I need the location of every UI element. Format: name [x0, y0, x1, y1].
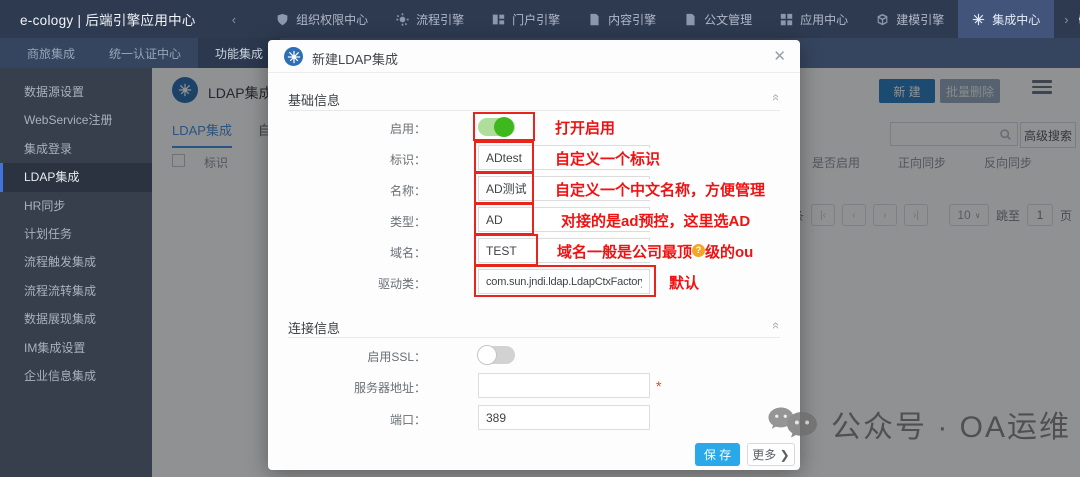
topnav-label: 门户引擎 — [512, 11, 560, 28]
sidebar-item-sso-login[interactable]: 集成登录 — [0, 135, 152, 163]
mark-label: 标识： — [268, 151, 426, 168]
annotation-box — [474, 234, 538, 266]
app-grid-icon — [780, 13, 793, 26]
annotation-box — [474, 172, 534, 204]
topnav-label: 公文管理 — [704, 11, 752, 28]
sidebar-item-datasource[interactable]: 数据源设置 — [0, 78, 152, 106]
tab-unified-auth[interactable]: 统一认证中心 — [92, 38, 198, 68]
sidebar-item-data-display[interactable]: 数据展现集成 — [0, 305, 152, 333]
integration-icon — [972, 13, 985, 26]
topnav-item-portal[interactable]: 门户引擎 — [478, 0, 574, 38]
topnav-item-org[interactable]: 组织权限中心 — [262, 0, 382, 38]
annotation-box — [473, 112, 535, 141]
question-badge-icon: ? — [692, 244, 705, 257]
annotation-box — [474, 141, 534, 173]
sidebar-item-ldap-active[interactable]: LDAP集成 — [0, 163, 152, 191]
topnav-item-workflow[interactable]: 流程引擎 — [382, 0, 478, 38]
collapse-icon[interactable]: « — [769, 94, 784, 101]
port-label: 端口： — [268, 411, 426, 428]
topnav-label: 内容引擎 — [608, 11, 656, 28]
ssl-toggle[interactable] — [478, 346, 515, 364]
document-icon — [588, 13, 601, 26]
topnav-item-content[interactable]: 内容引擎 — [574, 0, 670, 38]
screen: e-cology | 后端引擎应用中心 ‹ 组织权限中心 流程引擎 门户引擎 内… — [0, 0, 1080, 477]
annotation-mark: 自定义一个标识 — [552, 148, 663, 169]
document-icon — [684, 13, 697, 26]
topnav-item-appcenter[interactable]: 应用中心 — [766, 0, 862, 38]
port-input[interactable] — [478, 405, 650, 430]
top-nav-items: 组织权限中心 流程引擎 门户引擎 内容引擎 公文管理 应用中心 — [262, 0, 1054, 38]
driver-label: 驱动类： — [268, 275, 426, 292]
more-button[interactable]: 更多 ❯ — [747, 443, 795, 466]
portal-layout-icon — [492, 13, 505, 26]
topnav-label: 建模引擎 — [896, 11, 944, 28]
sidebar: 数据源设置 WebService注册 集成登录 LDAP集成 HR同步 计划任务… — [0, 68, 152, 477]
name-label: 名称： — [268, 182, 426, 199]
required-asterisk: * — [656, 378, 661, 394]
cube-icon — [876, 13, 889, 26]
integration-icon — [287, 50, 301, 64]
watermark: 公众号 · OA运维 — [765, 402, 1071, 446]
annotation-text: 域名一般是公司最顶 — [557, 244, 692, 261]
server-address-label: 服务器地址： — [268, 379, 426, 396]
toggle-knob — [477, 345, 497, 365]
dialog-title: 新建LDAP集成 — [312, 49, 398, 68]
watermark-text: 公众号 · OA运维 — [831, 402, 1071, 446]
collapse-icon[interactable]: « — [769, 322, 784, 329]
shield-icon — [276, 13, 289, 26]
dialog-header: 新建LDAP集成 ✕ — [268, 40, 800, 73]
topnav-item-integration-active[interactable]: 集成中心 — [958, 0, 1054, 38]
type-label: 类型： — [268, 213, 426, 230]
top-navigation-bar: e-cology | 后端引擎应用中心 ‹ 组织权限中心 流程引擎 门户引擎 内… — [0, 0, 1080, 38]
nav-back-chevron-icon[interactable]: ‹ — [232, 12, 236, 27]
annotation-box — [474, 265, 656, 297]
sidebar-item-workflow-trigger[interactable]: 流程触发集成 — [0, 248, 152, 276]
topnav-label: 流程引擎 — [416, 11, 464, 28]
basic-info-section-title: 基础信息 — [288, 90, 340, 109]
connection-section-title: 连接信息 — [288, 318, 340, 337]
app-logo: e-cology | 后端引擎应用中心 — [20, 9, 196, 29]
sidebar-item-enterprise-info[interactable]: 企业信息集成 — [0, 362, 152, 390]
gear-icon — [396, 13, 409, 26]
domain-label: 域名： — [268, 244, 426, 261]
new-ldap-dialog: 新建LDAP集成 ✕ 基础信息 « 启用： 打开启用 标识： 自定义一个标识 名… — [268, 40, 800, 470]
sidebar-item-hr-sync[interactable]: HR同步 — [0, 192, 152, 220]
annotation-type: 对接的是ad预控，这里选AD — [558, 210, 753, 231]
sidebar-item-scheduled-tasks[interactable]: 计划任务 — [0, 220, 152, 248]
close-icon[interactable]: ✕ — [773, 47, 786, 65]
annotation-text: 级的ou — [705, 244, 753, 261]
topnav-item-official-doc[interactable]: 公文管理 — [670, 0, 766, 38]
annotation-enable: 打开启用 — [552, 117, 618, 138]
topnav-label: 应用中心 — [800, 11, 848, 28]
sidebar-item-workflow-flow[interactable]: 流程流转集成 — [0, 277, 152, 305]
wechat-icon — [783, 409, 821, 445]
topnav-label: 集成中心 — [992, 11, 1040, 28]
ssl-label: 启用SSL： — [268, 348, 426, 365]
ldap-dialog-icon — [284, 47, 303, 66]
tab-business-travel[interactable]: 商旅集成 — [10, 38, 92, 68]
server-address-input[interactable] — [478, 373, 650, 398]
topnav-label: 组织权限中心 — [296, 11, 368, 28]
enable-label: 启用： — [268, 120, 426, 137]
section-divider — [288, 337, 780, 338]
annotation-domain: 域名一般是公司最顶?级的ou — [554, 241, 756, 262]
save-button[interactable]: 保 存 — [695, 443, 740, 466]
nav-forward-chevron-icon[interactable]: › — [1054, 12, 1078, 27]
sidebar-item-im-settings[interactable]: IM集成设置 — [0, 334, 152, 362]
annotation-box — [474, 203, 534, 235]
annotation-name: 自定义一个中文名称，方便管理 — [552, 179, 768, 200]
topnav-item-modeling[interactable]: 建模引擎 — [862, 0, 958, 38]
section-divider — [288, 110, 780, 111]
annotation-driver: 默认 — [666, 272, 702, 293]
sidebar-item-webservice[interactable]: WebService注册 — [0, 106, 152, 134]
